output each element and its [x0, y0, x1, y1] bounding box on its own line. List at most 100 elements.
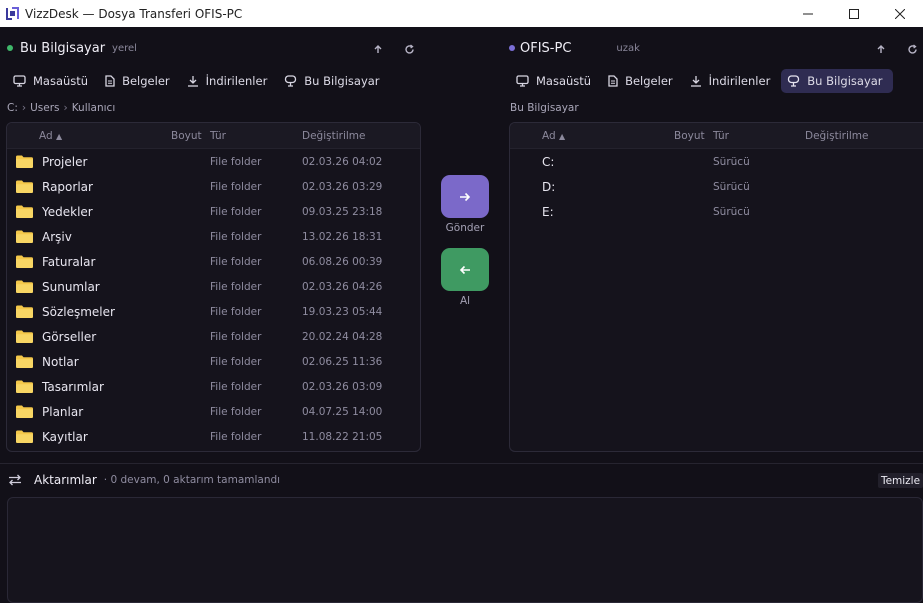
remote-nav-documents[interactable]: Belgeler [602, 69, 683, 93]
local-nav-downloads-label: İndirilenler [205, 74, 268, 88]
chevron-right-icon: › [63, 102, 68, 114]
local-panel-header: Bu Bilgisayar yerel [7, 38, 137, 58]
remote-nav-downloads[interactable]: İndirilenler [684, 69, 781, 93]
local-breadcrumb: C: › Users › Kullanıcı [7, 102, 115, 114]
file-name: Görseller [42, 329, 97, 344]
download-icon [690, 76, 701, 87]
file-type: File folder [210, 280, 262, 293]
folder-icon [16, 405, 33, 418]
local-refresh-button[interactable] [403, 43, 415, 55]
column-type-header[interactable]: Tür [713, 130, 729, 142]
remote-list-header: Ad ▲ Boyut Tür Değiştirilme [510, 123, 923, 149]
refresh-icon [404, 43, 414, 54]
file-row[interactable]: Yedekler File folder 09.03.25 23:18 [7, 199, 420, 224]
folder-icon [16, 355, 33, 368]
column-type-header[interactable]: Tür [210, 130, 226, 142]
file-row[interactable]: E: Sürücü [510, 199, 923, 224]
breadcrumb-segment[interactable]: Users [30, 102, 59, 114]
local-nav-this-pc[interactable]: Bu Bilgisayar [278, 69, 389, 93]
remote-panel-header: OFIS-PC uzak [509, 38, 640, 58]
file-row[interactable]: Planlar File folder 04.07.25 14:00 [7, 399, 420, 424]
file-name: Tasarımlar [42, 379, 104, 394]
arrow-up-icon [877, 45, 885, 53]
receive-button[interactable] [441, 248, 489, 291]
remote-nav-this-pc[interactable]: Bu Bilgisayar [781, 69, 893, 93]
sort-ascending-icon: ▲ [559, 131, 566, 141]
file-row[interactable]: Kayıtlar File folder 11.08.22 21:05 [7, 424, 420, 449]
remote-panel-tag: uzak [616, 42, 640, 54]
computer-icon [788, 75, 800, 87]
download-icon [187, 76, 198, 87]
remote-breadcrumb: Bu Bilgisayar [510, 102, 579, 114]
breadcrumb-segment[interactable]: Bu Bilgisayar [510, 102, 579, 114]
file-name: Planlar [42, 404, 84, 419]
transfers-list[interactable] [7, 497, 923, 603]
remote-nav-downloads-label: İndirilenler [708, 74, 771, 88]
file-row[interactable]: D: Sürücü [510, 174, 923, 199]
local-quick-nav: Masaüstü Belgeler İndirilenler Bu Bilgis… [7, 69, 391, 93]
column-name-header[interactable]: Ad ▲ [39, 130, 62, 142]
local-nav-documents-label: Belgeler [122, 74, 170, 88]
column-size-header[interactable]: Boyut [171, 130, 202, 142]
file-type: File folder [210, 430, 262, 443]
file-name: Faturalar [42, 254, 96, 269]
remote-refresh-button[interactable] [906, 43, 918, 55]
column-modified-header[interactable]: Değiştirilme [302, 130, 365, 142]
folder-icon [16, 430, 33, 443]
folder-icon [16, 180, 33, 193]
local-up-button[interactable] [372, 43, 384, 55]
file-name: Arşiv [42, 229, 72, 244]
file-modified: 02.03.26 04:02 [302, 155, 383, 168]
send-button[interactable] [441, 175, 489, 218]
local-nav-documents[interactable]: Belgeler [99, 69, 180, 93]
column-size-header[interactable]: Boyut [674, 130, 705, 142]
column-name-header[interactable]: Ad ▲ [542, 130, 565, 142]
file-row[interactable]: Raporlar File folder 02.03.26 03:29 [7, 174, 420, 199]
file-row[interactable]: Sunumlar File folder 02.03.26 04:26 [7, 274, 420, 299]
file-type: File folder [210, 305, 262, 318]
local-nav-desktop-label: Masaüstü [33, 74, 89, 88]
file-row[interactable]: Arşiv File folder 13.02.26 18:31 [7, 224, 420, 249]
file-row[interactable]: Sözleşmeler File folder 19.03.23 05:44 [7, 299, 420, 324]
file-type: File folder [210, 405, 262, 418]
window-title: VizzDesk — Dosya Transferi OFIS-PC [25, 6, 243, 21]
document-icon [105, 75, 115, 87]
remote-nav-desktop[interactable]: Masaüstü [510, 69, 601, 93]
maximize-icon [849, 8, 859, 19]
folder-icon [16, 280, 33, 293]
folder-icon [16, 205, 33, 218]
monitor-icon [13, 75, 26, 87]
close-button[interactable] [877, 0, 923, 27]
remote-file-list[interactable]: Ad ▲ Boyut Tür Değiştirilme C: Sürücü D: Sü… [509, 122, 923, 452]
monitor-icon [516, 75, 529, 87]
file-name: Projeler [42, 154, 88, 169]
column-name-label: Ad [542, 129, 556, 142]
column-modified-header[interactable]: Değiştirilme [805, 130, 868, 142]
local-panel-tag: yerel [112, 42, 137, 54]
file-row[interactable]: Projeler File folder 02.03.26 04:02 [7, 149, 420, 174]
local-nav-desktop[interactable]: Masaüstü [7, 69, 98, 93]
section-divider [0, 463, 923, 464]
maximize-button[interactable] [831, 0, 877, 27]
local-nav-downloads[interactable]: İndirilenler [181, 69, 278, 93]
sort-ascending-icon: ▲ [56, 131, 63, 141]
remote-quick-nav: Masaüstü Belgeler İndirilenler Bu Bilgis… [510, 69, 894, 93]
remote-up-button[interactable] [875, 43, 887, 55]
file-row[interactable]: Görseller File folder 20.02.24 04:28 [7, 324, 420, 349]
file-modified: 04.07.25 14:00 [302, 405, 383, 418]
transfers-title: Aktarımlar [34, 473, 97, 487]
breadcrumb-segment[interactable]: Kullanıcı [72, 102, 116, 114]
app-logo-icon [5, 7, 19, 21]
minimize-button[interactable] [785, 0, 831, 27]
breadcrumb-segment[interactable]: C: [7, 102, 18, 114]
clear-button[interactable]: Temizle [878, 473, 923, 488]
file-type: File folder [210, 380, 262, 393]
local-file-list[interactable]: Ad ▲ Boyut Tür Değiştirilme Projeler File… [6, 122, 421, 452]
file-modified: 02.06.25 11:36 [302, 355, 383, 368]
file-name: Kayıtlar [42, 429, 88, 444]
file-row[interactable]: Notlar File folder 02.06.25 11:36 [7, 349, 420, 374]
remote-rows: C: Sürücü D: Sürücü E: Sürücü [510, 149, 923, 224]
file-row[interactable]: Tasarımlar File folder 02.03.26 03:09 [7, 374, 420, 399]
file-row[interactable]: C: Sürücü [510, 149, 923, 174]
file-row[interactable]: Faturalar File folder 06.08.26 00:39 [7, 249, 420, 274]
